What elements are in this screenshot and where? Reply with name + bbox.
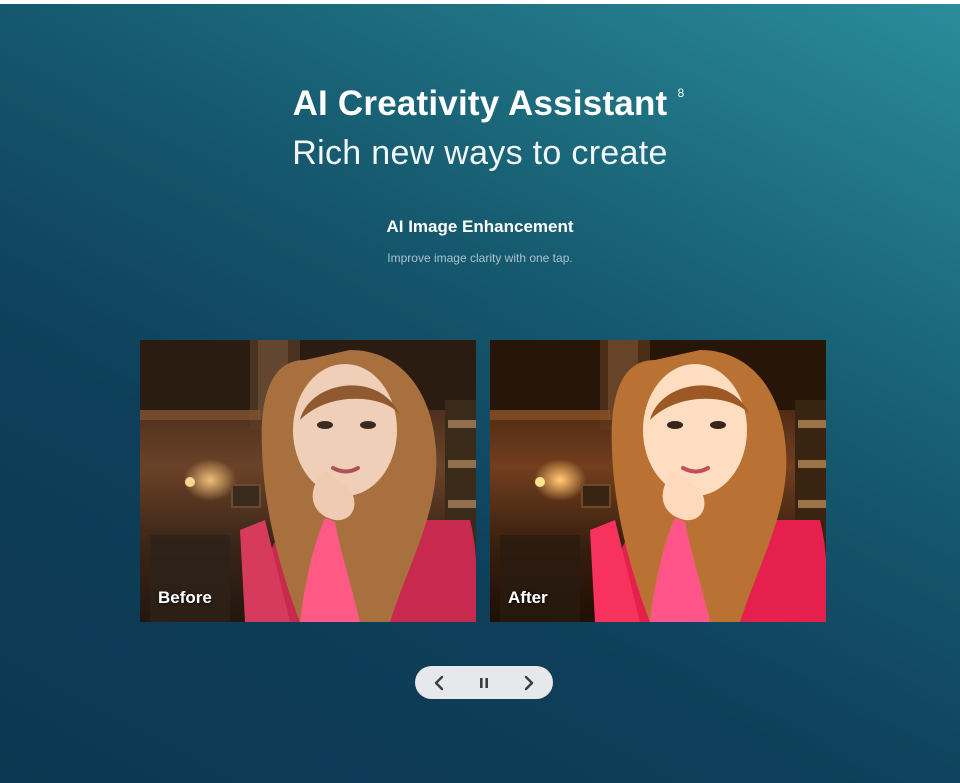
before-label: Before bbox=[158, 588, 212, 607]
title-row: AI Creativity Assistant 8 bbox=[0, 84, 960, 124]
pause-icon bbox=[480, 677, 488, 688]
portrait-illustration bbox=[140, 340, 476, 622]
portrait-illustration bbox=[490, 340, 826, 622]
subtitle-row: Rich new ways to create bbox=[0, 134, 960, 173]
next-button[interactable] bbox=[515, 669, 543, 697]
pause-button[interactable] bbox=[470, 669, 498, 697]
after-label: After bbox=[508, 588, 548, 607]
feature-description-row: Improve image clarity with one tap. bbox=[0, 249, 960, 267]
before-image: Before bbox=[140, 340, 476, 622]
page-title-text: AI Creativity Assistant bbox=[292, 84, 668, 123]
feature-description: Improve image clarity with one tap. bbox=[387, 251, 573, 265]
feature-title-row: AI Image Enhancement bbox=[0, 217, 960, 237]
chevron-left-icon bbox=[434, 675, 444, 690]
previous-button[interactable] bbox=[425, 669, 453, 697]
after-image: After bbox=[490, 340, 826, 622]
promo-page: AI Creativity Assistant 8 Rich new ways t… bbox=[0, 4, 960, 783]
feature-title: AI Image Enhancement bbox=[386, 217, 574, 236]
page-title: AI Creativity Assistant 8 bbox=[292, 84, 685, 124]
page-subtitle: Rich new ways to create bbox=[292, 134, 668, 172]
footnote-marker: 8 bbox=[677, 86, 685, 100]
chevron-right-icon bbox=[524, 675, 534, 690]
carousel-control bbox=[415, 666, 553, 699]
